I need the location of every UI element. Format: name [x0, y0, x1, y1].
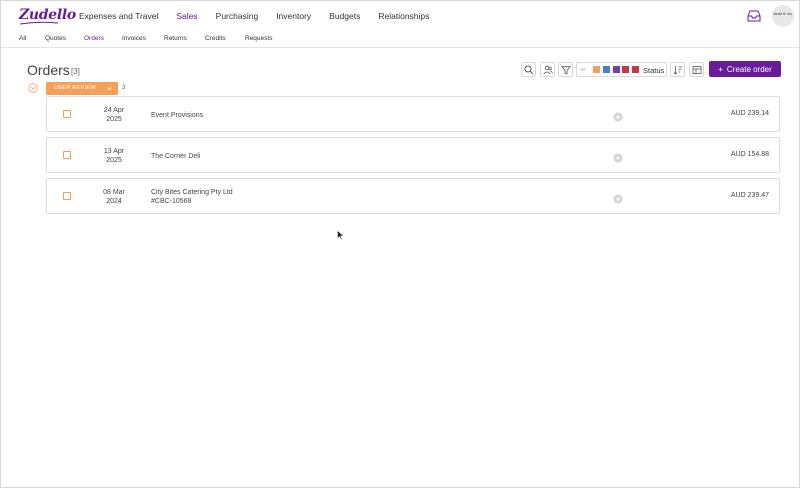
status-swatch-red[interactable] [622, 66, 629, 73]
subnav-returns[interactable]: Returns [164, 35, 187, 42]
order-date: 13 Apr 2025 [99, 147, 129, 165]
add-assignee-icon[interactable] [613, 112, 623, 122]
status-swatch-orange[interactable] [593, 66, 600, 73]
order-customer: The Corner Deli [151, 152, 200, 161]
group-label: USER REVIEW [54, 85, 96, 91]
order-date: 24 Apr 2025 [99, 106, 129, 124]
row-checkbox[interactable] [63, 192, 71, 200]
add-assignee-icon[interactable] [613, 153, 623, 163]
order-date-year: 2025 [106, 116, 122, 123]
users-button[interactable] [540, 62, 555, 77]
collapse-group-icon[interactable] [28, 83, 38, 93]
chevron-down-icon [107, 87, 112, 91]
order-reference: #CBC-10568 [151, 198, 192, 205]
mouse-cursor-icon [337, 230, 344, 240]
filter-button[interactable] [558, 62, 573, 77]
create-order-button[interactable]: + Create order [709, 61, 781, 77]
avatar[interactable]: Jamie B. Inc. [772, 5, 794, 27]
search-button[interactable] [521, 62, 536, 77]
nav-sales[interactable]: Sales [176, 11, 197, 21]
top-bar: Zudello Expenses and Travel Sales Purcha… [1, 1, 799, 31]
sub-nav: All Quotes Orders Invoices Returns Credi… [1, 31, 799, 48]
order-customer-name: City Bites Catering Pty Ltd [151, 189, 233, 196]
nav-relationships[interactable]: Relationships [378, 11, 429, 21]
order-row[interactable]: 13 Apr 2025 The Corner Deli AUD 154.88 [46, 137, 780, 173]
subnav-requests[interactable]: Requests [245, 35, 272, 42]
status-swatch-blue[interactable] [603, 66, 610, 73]
layout-button[interactable] [689, 62, 704, 77]
status-zero-count: 0+ [581, 67, 587, 72]
main-nav: Expenses and Travel Sales Purchasing Inv… [79, 11, 447, 21]
order-amount: AUD 239.14 [730, 110, 769, 117]
order-customer-name: Event Provisions [151, 112, 204, 119]
sort-button[interactable] [670, 62, 685, 77]
subnav-invoices[interactable]: Invoices [122, 35, 146, 42]
nav-inventory[interactable]: Inventory [276, 11, 311, 21]
order-amount: AUD 239.47 [730, 192, 769, 199]
nav-expenses-and-travel[interactable]: Expenses and Travel [79, 11, 158, 21]
group-badge-user-review[interactable]: USER REVIEW [46, 82, 118, 95]
order-customer-name: The Corner Deli [151, 153, 201, 160]
subnav-all[interactable]: All [19, 35, 26, 42]
inbox-icon[interactable] [747, 10, 761, 22]
order-row[interactable]: 08 Mar 2024 City Bites Catering Pty Ltd … [46, 178, 780, 214]
row-checkbox[interactable] [63, 151, 71, 159]
nav-purchasing[interactable]: Purchasing [216, 11, 259, 21]
subnav-orders[interactable]: Orders [84, 35, 104, 42]
logo-swoosh-icon [19, 21, 59, 25]
page-title: Orders [27, 62, 70, 78]
zudello-logo[interactable]: Zudello [19, 7, 76, 25]
row-checkbox[interactable] [63, 110, 71, 118]
filter-icon [561, 66, 571, 75]
users-icon [543, 65, 553, 75]
avatar-text: Jamie B. Inc. [772, 12, 794, 16]
subnav-credits[interactable]: Credits [205, 35, 226, 42]
order-date-day: 08 Mar [103, 189, 125, 196]
subnav-quotes[interactable]: Quotes [45, 35, 66, 42]
order-date-year: 2024 [106, 198, 122, 205]
plus-icon: + [718, 64, 723, 74]
layout-icon [692, 66, 702, 74]
sort-icon [673, 66, 682, 75]
page-count: [3] [71, 67, 80, 76]
status-label: Status [643, 66, 665, 75]
order-date-day: 13 Apr [103, 148, 125, 155]
order-amount: AUD 154.88 [730, 151, 769, 158]
create-order-label: Create order [726, 64, 772, 74]
status-swatch-purple[interactable] [613, 66, 620, 73]
add-assignee-icon[interactable] [613, 194, 623, 204]
order-date-year: 2025 [106, 157, 122, 164]
order-customer: Event Provisions [151, 111, 203, 120]
status-swatch-crimson[interactable] [632, 66, 639, 73]
status-filter[interactable]: 0+ Status [576, 62, 667, 77]
order-date: 08 Mar 2024 [99, 188, 129, 206]
search-icon [524, 65, 534, 75]
order-row[interactable]: 24 Apr 2025 Event Provisions AUD 239.14 [46, 96, 780, 132]
order-date-day: 24 Apr [103, 107, 125, 114]
nav-budgets[interactable]: Budgets [329, 11, 360, 21]
group-count: 3 [122, 85, 126, 91]
order-customer: City Bites Catering Pty Ltd #CBC-10568 [151, 188, 233, 206]
